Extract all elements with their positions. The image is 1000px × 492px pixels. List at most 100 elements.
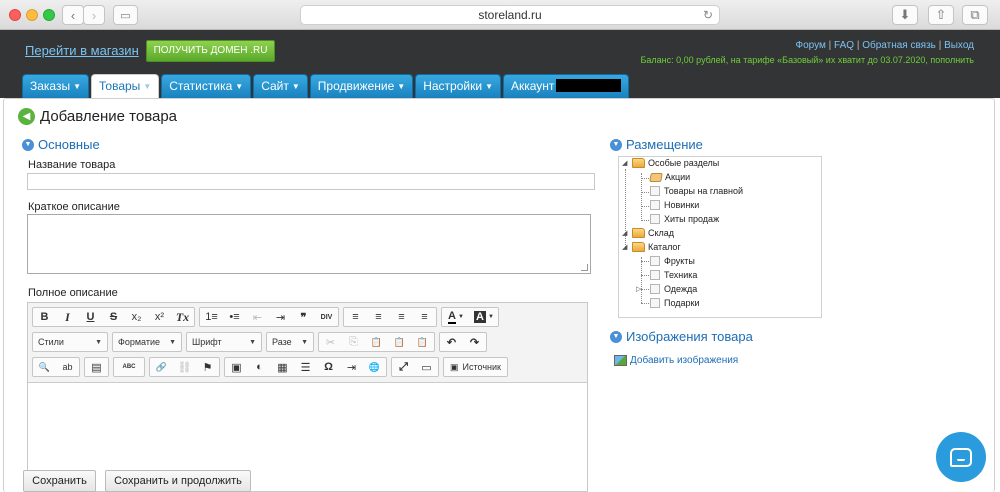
bold-button[interactable]: B	[33, 308, 56, 326]
checkbox[interactable]	[650, 200, 660, 210]
forum-link[interactable]: Форум	[795, 40, 825, 51]
minimize-window-button[interactable]	[26, 9, 38, 21]
tree-node-gifts[interactable]: Подарки	[650, 298, 700, 308]
expand-triangle-icon[interactable]: ▷	[636, 285, 650, 293]
remove-format-button[interactable]: Tx	[171, 308, 194, 326]
table-icon[interactable]: ▦	[271, 358, 294, 376]
redo-icon[interactable]: ↷	[463, 333, 486, 351]
font-dropdown[interactable]: Шрифт ▼	[186, 332, 262, 352]
expand-triangle-icon[interactable]: ◢	[622, 159, 632, 167]
spellcheck-icon[interactable]: ABC	[114, 358, 144, 376]
tabs-overview-icon[interactable]: ⧉	[962, 5, 988, 25]
downloads-icon[interactable]: ⬇	[892, 5, 918, 25]
forward-icon[interactable]: ›	[83, 5, 105, 25]
checkbox[interactable]	[650, 284, 660, 294]
checkbox[interactable]	[650, 298, 660, 308]
tree-node-main-page[interactable]: Товары на главной	[650, 186, 743, 196]
faq-link[interactable]: FAQ	[834, 40, 854, 51]
save-continue-button[interactable]: Сохранить и продолжить	[105, 470, 251, 492]
zoom-window-button[interactable]	[43, 9, 55, 21]
div-container-icon[interactable]: DIV	[315, 308, 338, 326]
reload-icon[interactable]: ↻	[703, 6, 713, 24]
go-to-shop-link[interactable]: Перейти в магазин	[25, 43, 139, 58]
page-break-icon[interactable]: ⇥	[340, 358, 363, 376]
tab-orders[interactable]: Заказы ▼	[22, 74, 90, 98]
tree-node-catalog[interactable]: ◢ Каталог	[622, 242, 681, 252]
paste-text-icon[interactable]: 📋	[388, 333, 411, 351]
indent-icon[interactable]: ⇥	[269, 308, 292, 326]
expand-triangle-icon[interactable]: ◢	[622, 229, 632, 237]
source-button[interactable]: ▣ Источник	[443, 357, 508, 377]
bulleted-list-icon[interactable]: •≡	[223, 308, 246, 326]
tree-node-promo[interactable]: Акции	[649, 172, 690, 182]
align-justify-icon[interactable]: ≡	[413, 308, 436, 326]
blockquote-icon[interactable]: ❞	[292, 308, 315, 326]
replace-icon[interactable]: ab	[56, 358, 79, 376]
image-icon[interactable]: ▣	[225, 358, 248, 376]
tab-account[interactable]: Аккаунт	[502, 74, 630, 98]
numbered-list-icon[interactable]: 1≡	[200, 308, 223, 326]
logout-link[interactable]: Выход	[944, 40, 974, 51]
copy-icon[interactable]: ⎘	[342, 333, 365, 351]
section-placement-header[interactable]: ▼ Размещение	[610, 137, 703, 152]
anchor-flag-icon[interactable]: ⚑	[196, 358, 219, 376]
strikethrough-button[interactable]: S	[102, 308, 125, 326]
get-domain-button[interactable]: ПОЛУЧИТЬ ДОМЕН .RU	[146, 40, 275, 62]
sidebar-icon[interactable]: ▭	[113, 5, 138, 25]
tree-node-electronics[interactable]: Техника	[650, 270, 697, 280]
tree-node-new[interactable]: Новинки	[650, 200, 699, 210]
flash-icon[interactable]: ◐	[248, 358, 271, 376]
maximize-icon[interactable]: ⤢	[392, 358, 415, 376]
tree-node-clothing[interactable]: ▷ Одежда	[636, 284, 697, 294]
checkbox[interactable]	[650, 214, 660, 224]
align-right-icon[interactable]: ≡	[390, 308, 413, 326]
text-color-icon[interactable]: A ▼	[442, 308, 470, 326]
tree-node-fruits[interactable]: Фрукты	[650, 256, 695, 266]
align-left-icon[interactable]: ≡	[344, 308, 367, 326]
link-icon[interactable]: 🔗	[150, 358, 173, 376]
section-images-header[interactable]: ▼ Изображения товара	[610, 329, 753, 344]
chat-widget-button[interactable]	[936, 432, 986, 482]
font-size-dropdown[interactable]: Разе ▼	[266, 332, 314, 352]
styles-dropdown[interactable]: Стили ▼	[32, 332, 108, 352]
feedback-link[interactable]: Обратная связь	[862, 40, 936, 51]
italic-button[interactable]: I	[56, 308, 79, 326]
checkbox[interactable]	[650, 270, 660, 280]
cut-icon[interactable]: ✂	[319, 333, 342, 351]
address-bar[interactable]: storeland.ru ↻	[300, 5, 720, 25]
save-button[interactable]: Сохранить	[23, 470, 96, 492]
tab-settings[interactable]: Настройки ▼	[415, 74, 501, 98]
special-char-icon[interactable]: Ω	[317, 358, 340, 376]
paste-icon[interactable]: 📋	[365, 333, 388, 351]
back-icon[interactable]: ‹	[62, 5, 84, 25]
section-main-header[interactable]: ▼ Основные	[22, 137, 100, 152]
short-description-textarea[interactable]	[27, 214, 591, 274]
horizontal-rule-icon[interactable]: ☰	[294, 358, 317, 376]
iframe-globe-icon[interactable]: 🌐	[363, 358, 386, 376]
align-center-icon[interactable]: ≡	[367, 308, 390, 326]
tab-products[interactable]: Товары ▼	[91, 74, 160, 98]
show-blocks-icon[interactable]: ▭	[415, 358, 438, 376]
expand-triangle-icon[interactable]: ◢	[622, 243, 632, 251]
format-dropdown[interactable]: Форматие ▼	[112, 332, 182, 352]
superscript-button[interactable]: x²	[148, 308, 171, 326]
add-images-link[interactable]: Добавить изображения	[614, 355, 738, 366]
background-color-icon[interactable]: A ▼	[470, 308, 498, 326]
tab-promotion[interactable]: Продвижение ▼	[309, 74, 414, 98]
outdent-icon[interactable]: ⇤	[246, 308, 269, 326]
checkbox[interactable]	[650, 256, 660, 266]
product-name-input[interactable]	[27, 173, 595, 190]
checkbox[interactable]	[650, 186, 660, 196]
select-all-icon[interactable]: ▤	[85, 358, 108, 376]
unlink-icon[interactable]: ⛓	[173, 358, 196, 376]
subscript-button[interactable]: x₂	[125, 308, 148, 326]
undo-icon[interactable]: ↶	[440, 333, 463, 351]
paste-word-icon[interactable]: 📋	[411, 333, 434, 351]
find-icon[interactable]: 🔍	[33, 358, 56, 376]
tab-site[interactable]: Сайт ▼	[253, 74, 308, 98]
tree-node-special[interactable]: ◢ Особые разделы	[622, 158, 719, 168]
tab-statistics[interactable]: Статистика ▼	[161, 74, 252, 98]
underline-button[interactable]: U	[79, 308, 102, 326]
close-window-button[interactable]	[9, 9, 21, 21]
share-icon[interactable]: ⇧	[928, 5, 954, 25]
